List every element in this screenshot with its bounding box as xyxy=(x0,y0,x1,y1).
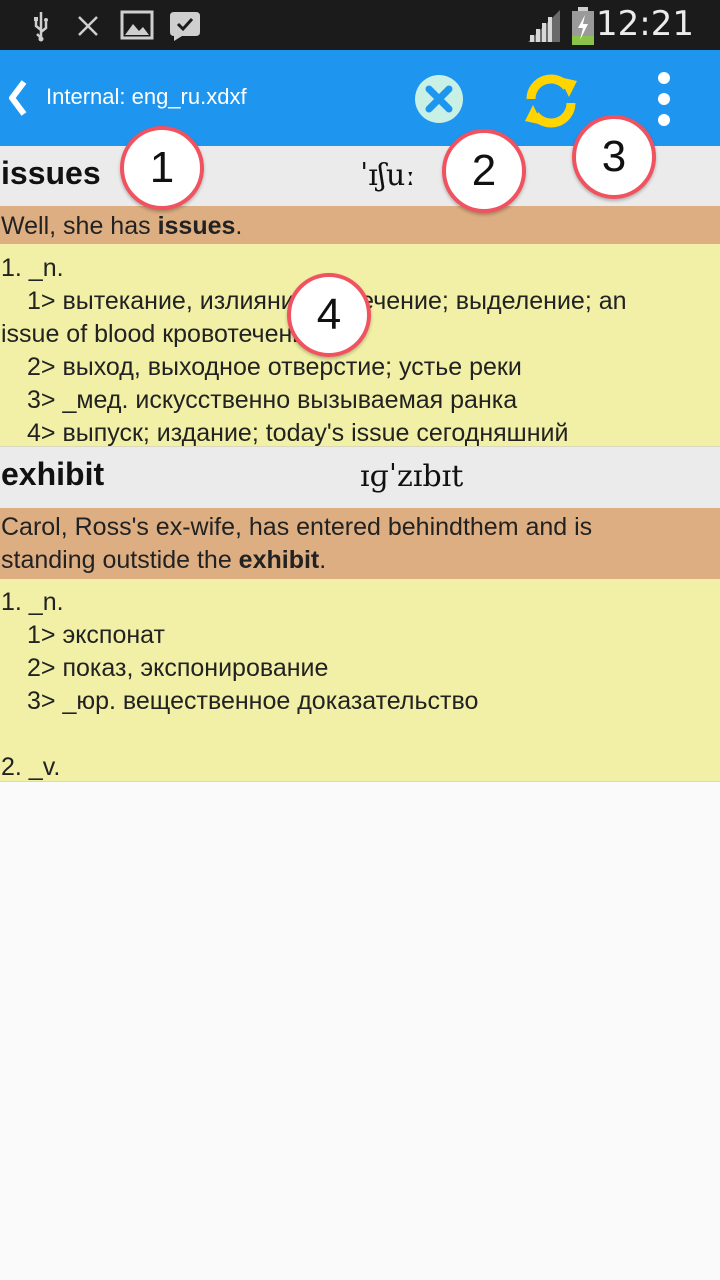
definition-line: 1. _n. xyxy=(1,588,64,616)
example-text-part: . xyxy=(319,546,327,574)
example-text: Carol, Ross's ex-wife, has entered behin… xyxy=(1,513,593,541)
refresh-icon xyxy=(525,74,577,128)
example-sentence: Carol, Ross's ex-wife, has entered behin… xyxy=(0,508,720,579)
status-bar: 12:21 xyxy=(0,0,720,50)
signal-icon xyxy=(526,8,562,47)
entry-transcription: ɪɡˈzɪbɪt xyxy=(360,459,464,494)
definition-line: 3> _юр. вещественное доказательство xyxy=(27,687,479,715)
example-keyword: issues xyxy=(157,212,236,240)
callout-marker-1: 1 xyxy=(120,126,204,210)
example-text-part: standing outstide the xyxy=(1,546,239,574)
entry-transcription: ˈɪʃuː xyxy=(360,158,416,193)
entry-word: issues xyxy=(1,155,101,191)
entry-header-exhibit[interactable]: exhibit ɪɡˈzɪbɪt xyxy=(0,447,720,509)
definition-line: 2. _v. xyxy=(1,753,61,781)
example-sentence: Well, she has issues. xyxy=(0,206,720,244)
definition-line: 1. _n. xyxy=(1,254,64,282)
clear-button[interactable] xyxy=(414,74,464,124)
callout-marker-3: 3 xyxy=(572,115,656,199)
usb-icon xyxy=(28,10,54,47)
close-icon xyxy=(415,75,463,123)
example-keyword: exhibit xyxy=(238,546,320,574)
example-text-part: Well, she has xyxy=(1,212,158,240)
status-time: 12:21 xyxy=(596,4,694,44)
definition-line: 4> выпуск; издание; today's issue сегодн… xyxy=(27,419,569,447)
refresh-button[interactable] xyxy=(519,69,583,133)
definitions-issues: 1. _n. 1> вытекание, излияние; истечение… xyxy=(0,244,720,447)
example-text: Well, she has issues. xyxy=(0,206,720,246)
battery-charging-icon xyxy=(570,6,596,51)
callout-marker-4: 4 xyxy=(287,273,371,357)
definition-line: issue of blood кровотечение xyxy=(1,320,321,348)
callout-marker-2: 2 xyxy=(442,129,526,213)
example-text-part: . xyxy=(235,212,243,240)
overflow-menu-button[interactable] xyxy=(650,70,678,130)
entry-word: exhibit xyxy=(1,456,105,492)
missed-call-icon xyxy=(76,14,100,43)
dictionary-title: Internal: eng_ru.xdxf xyxy=(46,84,247,109)
definition-line: 3> _мед. искусственно вызываемая ранка xyxy=(27,386,518,414)
definition-line: 2> выход, выходное отверстие; устье реки xyxy=(27,353,522,381)
definition-line: 1> экспонат xyxy=(27,621,165,649)
example-text: standing outstide the exhibit. xyxy=(0,544,720,577)
overflow-menu-icon xyxy=(658,72,670,126)
back-chevron-icon xyxy=(9,80,27,116)
definition-line: 2> показ, экспонирование xyxy=(27,654,329,682)
image-icon xyxy=(120,10,154,45)
back-button[interactable] xyxy=(6,78,36,118)
chat-check-icon xyxy=(168,10,202,47)
definitions-exhibit: 1. _n. 1> экспонат 2> показ, экспонирова… xyxy=(0,579,720,782)
